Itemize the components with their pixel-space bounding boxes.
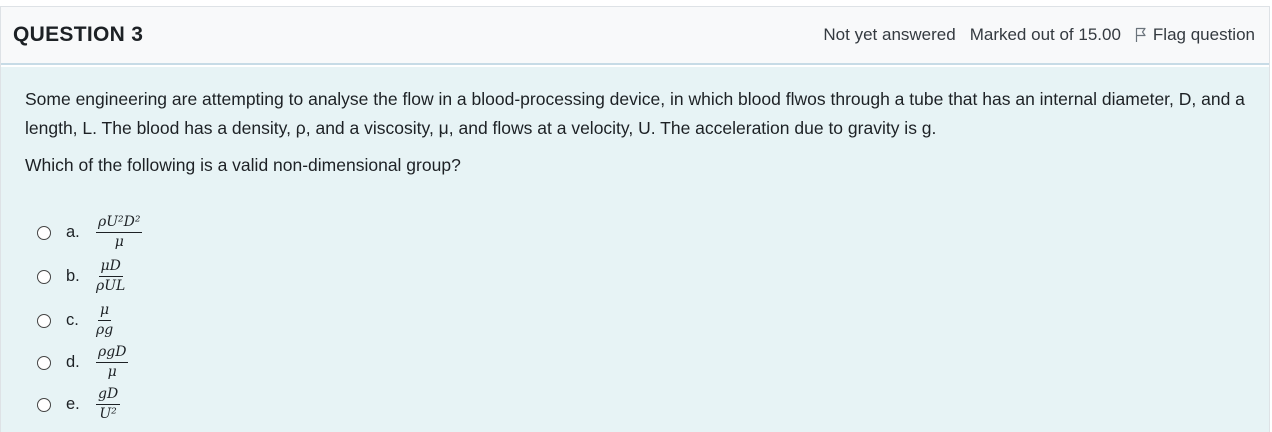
answer-option-e[interactable]: e. gD U² [37, 387, 121, 422]
question-body: Some engineering are attempting to analy… [1, 67, 1269, 432]
radio-button-e[interactable] [37, 397, 51, 412]
option-letter: b. [66, 267, 80, 285]
question-card: QUESTION 3 Not yet answered Marked out o… [0, 6, 1270, 432]
answer-option-b[interactable]: b. μD ρUL [37, 259, 125, 294]
answer-option-c[interactable]: c. μ ρg [37, 303, 113, 338]
option-letter: c. [66, 311, 79, 329]
fraction-numerator: gD [96, 387, 121, 405]
flag-question-button[interactable]: Flag question [1135, 25, 1255, 45]
fraction-numerator: ρU²D² [96, 215, 143, 233]
option-fraction: μ ρg [96, 303, 113, 338]
marks-label: Marked out of 15.00 [969, 25, 1121, 44]
radio-button-b[interactable] [37, 269, 51, 284]
flag-question-label: Flag question [1152, 25, 1255, 44]
question-header: QUESTION 3 Not yet answered Marked out o… [1, 7, 1269, 65]
radio-button-c[interactable] [37, 313, 51, 328]
question-info: Not yet answered Marked out of 15.00 Fla… [823, 25, 1255, 45]
question-title: QUESTION 3 [13, 23, 144, 46]
option-fraction: ρgD μ [96, 345, 129, 380]
fraction-denominator: μ [114, 234, 124, 250]
fraction-numerator: ρgD [96, 345, 129, 363]
answer-option-d[interactable]: d. ρgD μ [37, 345, 129, 380]
flag-icon [1135, 27, 1146, 42]
radio-button-d[interactable] [37, 355, 51, 370]
question-prompt: Which of the following is a valid non-di… [25, 155, 461, 175]
option-letter: e. [66, 395, 80, 413]
fraction-denominator: μ [107, 364, 117, 380]
fraction-denominator: ρg [96, 322, 114, 338]
option-fraction: gD U² [96, 387, 121, 422]
option-fraction: μD ρUL [96, 259, 125, 294]
fraction-numerator: μD [98, 259, 123, 277]
option-letter: d. [66, 353, 80, 371]
fraction-denominator: ρUL [96, 278, 126, 294]
fraction-numerator: μ [98, 303, 112, 321]
answer-status: Not yet answered [823, 25, 956, 44]
option-letter: a. [66, 223, 80, 241]
radio-button-a[interactable] [37, 225, 51, 240]
fraction-denominator: U² [99, 406, 117, 422]
option-fraction: ρU²D² μ [96, 215, 143, 250]
answer-option-a[interactable]: a. ρU²D² μ [37, 215, 143, 250]
question-text: Some engineering are attempting to analy… [25, 89, 1245, 138]
